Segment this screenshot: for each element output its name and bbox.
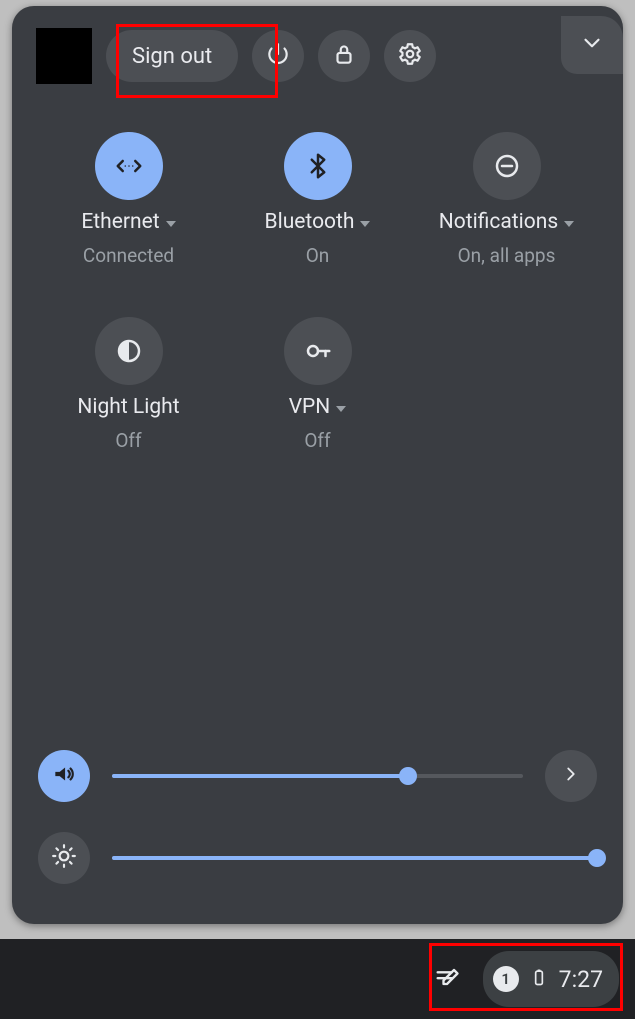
clock: 7:27 (559, 966, 603, 993)
tile-title-text: VPN (289, 395, 331, 419)
stylus-tools-button[interactable] (427, 959, 467, 999)
slider-thumb[interactable] (399, 767, 417, 785)
tile-status: On (306, 244, 330, 267)
tile-title: Bluetooth (265, 210, 371, 234)
tile-title-text: Bluetooth (265, 210, 355, 234)
tile-title-text: Ethernet (81, 210, 159, 234)
tile-ethernet[interactable]: Ethernet Connected (34, 132, 223, 267)
tile-title-text: Notifications (439, 210, 558, 234)
sliders-section (38, 720, 597, 884)
volume-button[interactable] (38, 750, 90, 802)
audio-output-button[interactable] (545, 750, 597, 802)
collapse-button[interactable] (561, 16, 623, 74)
volume-icon (51, 761, 77, 791)
tile-status: Off (304, 429, 330, 452)
tile-status: Off (115, 429, 141, 452)
quick-tiles-row-2: Night Light Off VPN Off (12, 317, 623, 452)
tile-notifications[interactable]: Notifications On, all apps (412, 132, 601, 267)
vpn-key-icon (284, 317, 352, 385)
sign-out-button[interactable]: Sign out (106, 30, 238, 82)
brightness-row (38, 832, 597, 884)
caret-icon (336, 406, 346, 412)
battery-icon (529, 965, 549, 993)
tile-night-light[interactable]: Night Light Off (34, 317, 223, 452)
quick-settings-header: Sign out (12, 6, 623, 84)
caret-icon (166, 221, 176, 227)
tile-status: On, all apps (458, 244, 556, 267)
caret-icon (360, 221, 370, 227)
avatar[interactable] (36, 28, 92, 84)
slider-thumb[interactable] (588, 849, 606, 867)
stylus-icon (433, 963, 461, 995)
lock-icon (331, 41, 357, 71)
tile-title: Ethernet (81, 210, 175, 234)
volume-slider[interactable] (112, 774, 523, 778)
do-not-disturb-icon (473, 132, 541, 200)
lock-button[interactable] (318, 30, 370, 82)
ethernet-icon (95, 132, 163, 200)
sign-out-label: Sign out (132, 44, 212, 69)
taskbar: 1 7:27 (0, 939, 635, 1019)
chevron-down-icon (579, 30, 605, 60)
quick-settings-panel: Sign out (12, 6, 623, 924)
notification-count-badge: 1 (493, 966, 519, 992)
tile-title: Notifications (439, 210, 574, 234)
bluetooth-icon (284, 132, 352, 200)
gear-icon (397, 41, 423, 71)
chevron-right-icon (560, 763, 582, 789)
tile-title: VPN (289, 395, 347, 419)
caret-icon (564, 221, 574, 227)
tile-status: Connected (83, 244, 174, 267)
volume-row (38, 750, 597, 802)
brightness-slider[interactable] (112, 856, 597, 860)
power-button[interactable] (252, 30, 304, 82)
notification-count: 1 (501, 970, 510, 988)
tile-bluetooth[interactable]: Bluetooth On (223, 132, 412, 267)
tile-vpn[interactable]: VPN Off (223, 317, 412, 452)
night-light-icon (95, 317, 163, 385)
quick-tiles-row-1: Ethernet Connected Bluetooth On Notifica… (12, 132, 623, 267)
power-icon (265, 41, 291, 71)
status-tray[interactable]: 1 7:27 (483, 951, 619, 1007)
brightness-button[interactable] (38, 832, 90, 884)
brightness-icon (51, 843, 77, 873)
tile-title: Night Light (77, 395, 179, 419)
tile-title-text: Night Light (77, 395, 179, 419)
settings-button[interactable] (384, 30, 436, 82)
